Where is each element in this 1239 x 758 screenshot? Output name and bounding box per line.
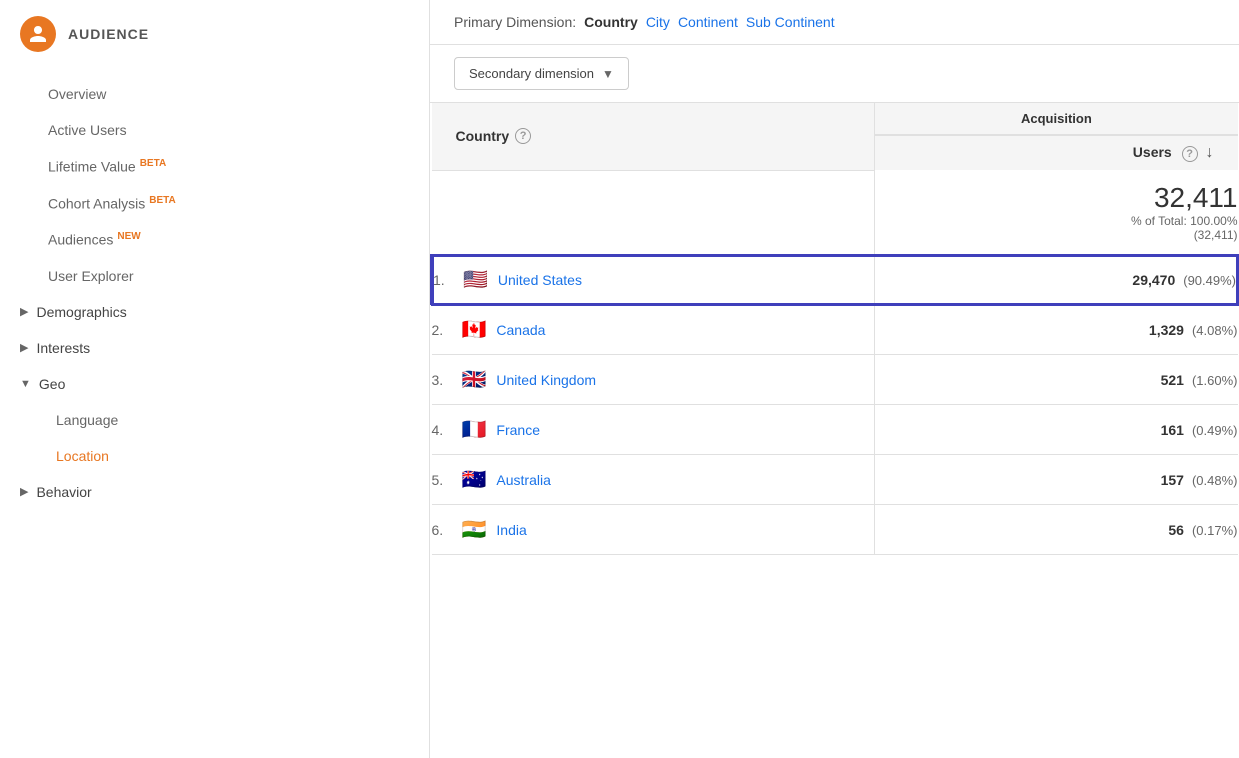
chevron-right-icon: ▶ [20, 341, 28, 354]
country-flag: 🇦🇺 [462, 467, 487, 492]
secondary-dimension-bar: Secondary dimension ▼ [430, 45, 1239, 103]
country-flag: 🇮🇳 [462, 517, 487, 542]
country-name-link[interactable]: Australia [496, 472, 550, 488]
country-name-link[interactable]: France [496, 422, 540, 438]
primary-dimension-label: Primary Dimension: [454, 14, 576, 30]
users-count: 161 [1161, 422, 1184, 438]
sidebar: AUDIENCE Overview Active Users Lifetime … [0, 0, 430, 758]
dimension-country[interactable]: Country [584, 14, 638, 30]
row-rank: 1. [433, 272, 453, 288]
table-row[interactable]: 5. 🇦🇺 Australia 157 (0.48%) [432, 455, 1238, 505]
audience-title: AUDIENCE [68, 26, 149, 42]
dimension-continent[interactable]: Continent [678, 14, 738, 30]
row-rank: 5. [432, 472, 452, 488]
users-pct: (0.48%) [1192, 473, 1238, 488]
main-content: Primary Dimension: Country City Continen… [430, 0, 1239, 758]
country-name-link[interactable]: Canada [496, 322, 545, 338]
country-flag: 🇬🇧 [462, 367, 487, 392]
country-name-link[interactable]: India [496, 522, 526, 538]
users-count: 157 [1161, 472, 1184, 488]
country-flag: 🇫🇷 [462, 417, 487, 442]
chevron-right-icon: ▶ [20, 305, 28, 318]
users-pct: (1.60%) [1192, 373, 1238, 388]
sidebar-item-interests[interactable]: ▶ Interests [0, 330, 429, 366]
column-header-users: Users ? ↓ [875, 136, 1238, 171]
data-table: Country ? Acquisition Users ? ↓ [430, 103, 1239, 758]
chevron-right-icon: ▶ [20, 485, 28, 498]
country-help-icon[interactable]: ? [515, 128, 531, 144]
sidebar-item-language[interactable]: Language [0, 402, 429, 438]
sidebar-item-location[interactable]: Location [0, 438, 429, 474]
country-name-link[interactable]: United Kingdom [496, 372, 596, 388]
primary-dimension-bar: Primary Dimension: Country City Continen… [430, 0, 1239, 45]
secondary-dimension-label: Secondary dimension [469, 66, 594, 81]
chevron-down-icon: ▼ [20, 378, 31, 390]
table-row[interactable]: 1. 🇺🇸 United States 29,470 (90.49%) [432, 255, 1238, 305]
dimension-sub-continent[interactable]: Sub Continent [746, 14, 835, 30]
row-rank: 4. [432, 422, 452, 438]
sidebar-item-audiences[interactable]: AudiencesNEW [0, 221, 429, 258]
totals-row: 32,411 % of Total: 100.00% (32,411) [432, 170, 1238, 255]
sidebar-item-geo[interactable]: ▼ Geo [0, 366, 429, 402]
users-pct: (90.49%) [1183, 273, 1236, 288]
column-header-acquisition: Acquisition [875, 103, 1238, 136]
chevron-down-icon: ▼ [602, 67, 614, 81]
secondary-dimension-button[interactable]: Secondary dimension ▼ [454, 57, 629, 90]
users-help-icon[interactable]: ? [1182, 146, 1198, 162]
table-row[interactable]: 3. 🇬🇧 United Kingdom 521 (1.60%) [432, 355, 1238, 405]
sidebar-header: AUDIENCE [0, 0, 429, 68]
users-count: 29,470 [1132, 272, 1175, 288]
users-pct: (4.08%) [1192, 323, 1238, 338]
row-rank: 2. [432, 322, 452, 338]
users-pct: (0.17%) [1192, 523, 1238, 538]
country-flag: 🇺🇸 [463, 267, 488, 292]
users-count: 1,329 [1149, 322, 1184, 338]
sidebar-item-cohort-analysis[interactable]: Cohort AnalysisBETA [0, 185, 429, 222]
total-pct-label: % of Total: 100.00% [875, 214, 1237, 228]
table-row[interactable]: 6. 🇮🇳 India 56 (0.17%) [432, 505, 1238, 555]
sidebar-item-lifetime-value[interactable]: Lifetime ValueBETA [0, 148, 429, 185]
sort-arrow-icon[interactable]: ↓ [1206, 144, 1214, 161]
table-row[interactable]: 2. 🇨🇦 Canada 1,329 (4.08%) [432, 305, 1238, 355]
dimension-city[interactable]: City [646, 14, 670, 30]
country-flag: 🇨🇦 [462, 317, 487, 342]
users-pct: (0.49%) [1192, 423, 1238, 438]
avatar [20, 16, 56, 52]
row-rank: 6. [432, 522, 452, 538]
sidebar-item-active-users[interactable]: Active Users [0, 112, 429, 148]
column-header-country: Country ? [432, 103, 875, 170]
geo-subnav: Language Location [0, 402, 429, 474]
total-pct-value: (32,411) [875, 228, 1237, 242]
total-users-number: 32,411 [875, 182, 1237, 214]
table-row[interactable]: 4. 🇫🇷 France 161 (0.49%) [432, 405, 1238, 455]
sidebar-item-user-explorer[interactable]: User Explorer [0, 258, 429, 294]
users-count: 521 [1161, 372, 1184, 388]
sidebar-item-overview[interactable]: Overview [0, 76, 429, 112]
country-name-link[interactable]: United States [498, 272, 582, 288]
row-rank: 3. [432, 372, 452, 388]
sidebar-item-demographics[interactable]: ▶ Demographics [0, 294, 429, 330]
sidebar-navigation: Overview Active Users Lifetime ValueBETA… [0, 68, 429, 518]
users-count: 56 [1168, 522, 1184, 538]
sidebar-item-behavior[interactable]: ▶ Behavior [0, 474, 429, 510]
